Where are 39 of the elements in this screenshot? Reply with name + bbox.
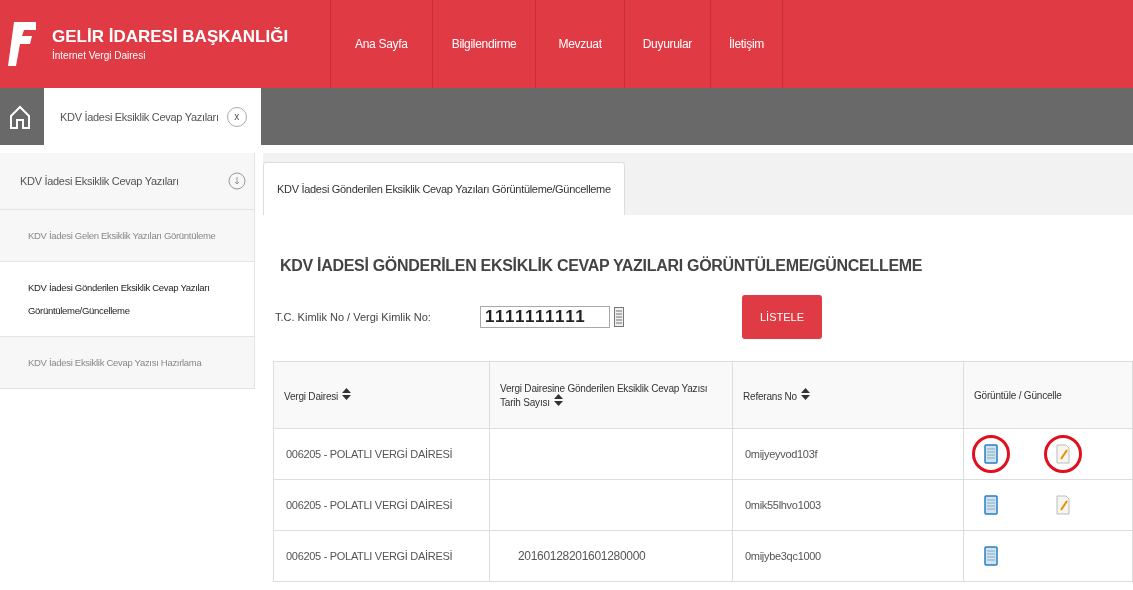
id-input-field[interactable]: 1111111111	[480, 306, 610, 328]
id-label: T.C. Kimlik No / Vergi Kimlik No:	[275, 311, 432, 323]
page-title: KDV İADESİ GÖNDERİLEN EKSİKLİK CEVAP YAZILARI GÖRÜNTÜLEME/GÜNCELLEME	[280, 257, 924, 275]
sort-icon[interactable]	[800, 388, 810, 400]
sort-icon[interactable]	[553, 393, 563, 406]
sidebar-title: KDV İadesi Eksiklik Cevap Yazıları	[20, 175, 179, 187]
content-tab[interactable]: KDV İadesi Gönderilen Eksiklik Cevap Yazıları Görüntüleme/Güncelleme	[263, 162, 625, 215]
document-icon	[984, 495, 998, 515]
table-cell: 006205 - POLATLI VERGİ DAİRESİ	[273, 479, 490, 531]
document-icon	[984, 546, 998, 566]
sidebar-item[interactable]: KDV İadesi Eksiklik Cevap Yazısı Hazırlama	[0, 337, 254, 389]
logo-icon	[8, 20, 38, 68]
site-subtitle: İnternet Vergi Dairesi	[52, 50, 147, 61]
column-header[interactable]: Görüntüle / Güncelle	[963, 361, 1133, 429]
arrow-down-icon[interactable]	[228, 172, 246, 190]
column-header[interactable]: Vergi Dairesi	[273, 361, 490, 429]
table-cell: 0mik55lhvo1003	[732, 479, 964, 531]
sidebar-header[interactable]: KDV İadesi Eksiklik Cevap Yazıları	[0, 153, 254, 210]
pencil-note-icon	[1056, 495, 1070, 515]
table-cell: 20160128201601280000	[489, 530, 733, 582]
view-button[interactable]	[972, 435, 1010, 473]
list-button[interactable]: LİSTELE	[742, 295, 822, 339]
column-header[interactable]: Vergi Dairesine Gönderilen Eksiklik Cevap Yazısı Tarih Sayısı	[489, 361, 733, 429]
table-cell: 0mijybe3qc1000	[732, 530, 964, 582]
document-icon	[984, 444, 998, 464]
table-cell: 0mijyeyvod103f	[732, 428, 964, 480]
table-cell: 006205 - POLATLI VERGİ DAİRESİ	[273, 530, 490, 582]
home-icon[interactable]	[9, 103, 31, 130]
pencil-note-icon	[1056, 444, 1070, 464]
keypad-icon[interactable]	[614, 307, 624, 327]
site-title: GELİR İDARESİ BAŞKANLIĞI	[52, 27, 289, 47]
sort-icon[interactable]	[342, 388, 352, 400]
close-button[interactable]: x	[226, 106, 247, 127]
tab-label: KDV İadesi Eksiklik Cevap Yazıları	[60, 110, 219, 123]
edit-button[interactable]	[1044, 435, 1082, 473]
column-header[interactable]: Referans No	[732, 361, 964, 429]
sidebar-item[interactable]: KDV İadesi Gönderilen Eksiklik Cevap Yazıları Görüntüleme/Güncelleme	[0, 262, 254, 337]
table-cell: 006205 - POLATLI VERGİ DAİRESİ	[273, 428, 490, 480]
open-tab[interactable]: KDV İadesi Eksiklik Cevap Yazıları x	[44, 88, 261, 145]
